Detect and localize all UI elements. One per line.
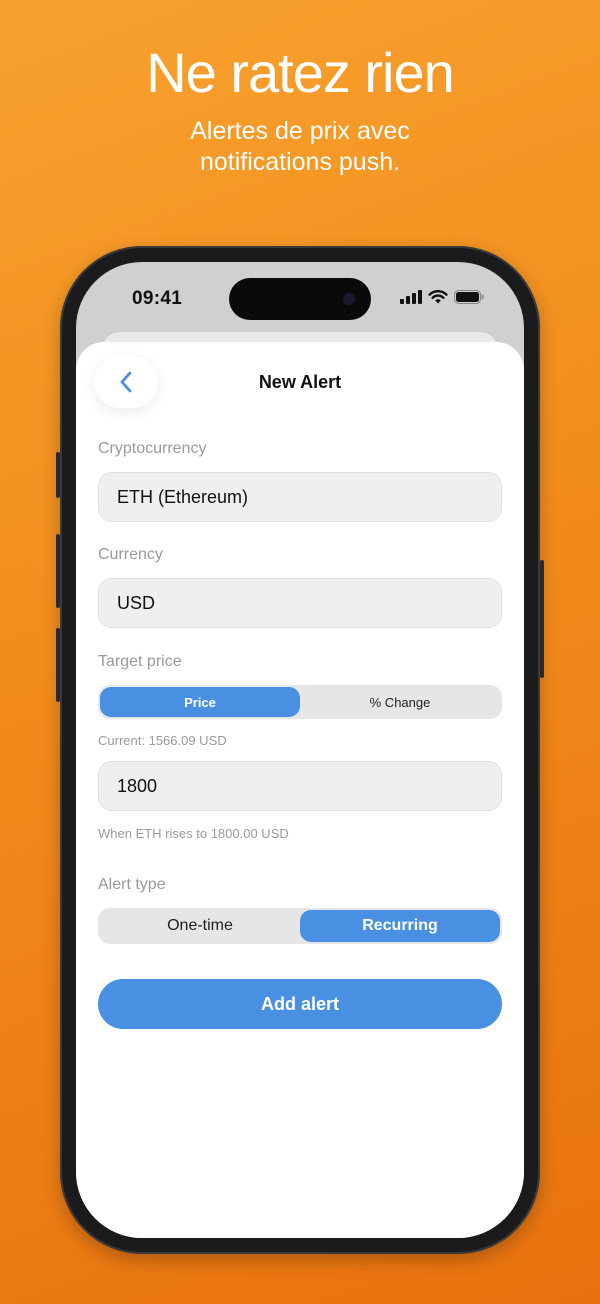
phone-frame: 09:41 New Alert Cryptocurrency ETH (Ethe… — [56, 246, 544, 1254]
target-price-input[interactable]: 1800 — [98, 761, 502, 811]
wifi-icon — [428, 290, 448, 304]
alert-type-segmented: One-time Recurring — [98, 908, 502, 944]
action-button — [56, 452, 60, 498]
segment-recurring[interactable]: Recurring — [300, 910, 500, 942]
currency-field[interactable]: USD — [98, 578, 502, 628]
sheet-title: New Alert — [258, 372, 342, 392]
status-time: 09:41 — [132, 288, 183, 309]
currency-label: Currency — [98, 546, 163, 563]
target-mode-segmented: Price % Change — [98, 685, 502, 719]
status-icons — [400, 290, 484, 304]
crypto-field[interactable]: ETH (Ethereum) — [98, 472, 502, 522]
new-alert-sheet: New Alert Cryptocurrency ETH (Ethereum) … — [76, 342, 524, 1238]
current-price-text: Current: 1566.09 USD — [98, 733, 227, 748]
crypto-value: ETH (Ethereum) — [117, 486, 249, 507]
segment-percent-change[interactable]: % Change — [300, 687, 500, 717]
cellular-signal-icon — [400, 290, 422, 304]
target-price-label: Target price — [98, 653, 182, 670]
status-bar: 09:41 — [76, 262, 524, 332]
volume-down-button — [56, 628, 60, 702]
battery-icon — [454, 290, 484, 304]
alert-type-label: Alert type — [98, 876, 166, 893]
volume-up-button — [56, 534, 60, 608]
phone-screen: 09:41 New Alert Cryptocurrency ETH (Ethe… — [76, 262, 524, 1238]
add-alert-button[interactable]: Add alert — [98, 979, 502, 1029]
camera-icon — [343, 293, 355, 305]
currency-value: USD — [117, 592, 156, 613]
target-hint-text: When ETH rises to 1800.00 USD — [98, 826, 289, 841]
dynamic-island — [229, 278, 371, 320]
power-button — [540, 560, 544, 678]
crypto-label: Cryptocurrency — [98, 440, 207, 457]
segment-one-time[interactable]: One-time — [100, 910, 300, 942]
promo-subline: Alertes de prix avec notifications push. — [190, 117, 410, 176]
segment-price[interactable]: Price — [100, 687, 300, 717]
promo-headline: Ne ratez rien — [146, 41, 455, 104]
target-price-value: 1800 — [117, 775, 158, 796]
